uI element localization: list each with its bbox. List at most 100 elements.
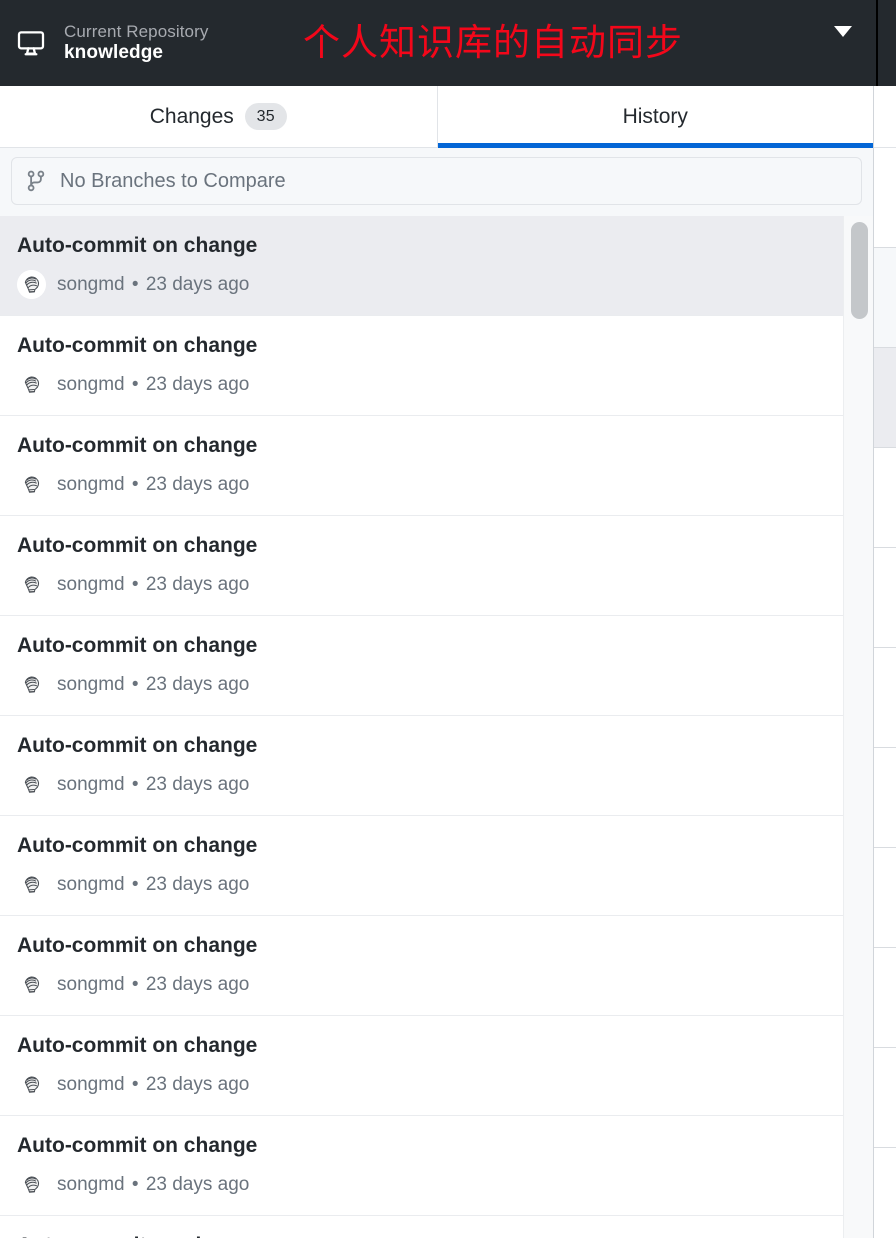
commit-timestamp: 23 days ago bbox=[145, 773, 250, 795]
commit-title: Auto-commit on change bbox=[17, 534, 258, 557]
tabbar: Changes 35 History bbox=[0, 86, 873, 148]
commit-timestamp: 23 days ago bbox=[145, 273, 250, 295]
commit-list-scrollbar[interactable] bbox=[843, 216, 873, 1238]
avatar bbox=[17, 970, 46, 1000]
git-branch-icon bbox=[25, 169, 47, 193]
avatar bbox=[17, 770, 46, 800]
adjacent-panel-row[interactable] bbox=[874, 948, 896, 1048]
commit-author: songmd bbox=[57, 373, 125, 395]
commit-byline: songmd • 23 days ago bbox=[57, 774, 249, 796]
adjacent-panel-row[interactable] bbox=[874, 848, 896, 948]
commit-title: Auto-commit on change bbox=[17, 834, 258, 857]
meta-separator: • bbox=[131, 773, 139, 795]
current-repository-label: Current Repository bbox=[64, 22, 209, 42]
commit-title: Auto-commit on change bbox=[17, 734, 258, 757]
commit-title: Auto-commit on change bbox=[17, 234, 258, 257]
commit-row[interactable]: Auto-commit on change songmd • 23 days ag… bbox=[0, 216, 873, 316]
commit-row[interactable]: Auto-commit on change songmd • 23 days ag… bbox=[0, 816, 873, 916]
commit-row[interactable]: Auto-commit on change songmd • 23 days ag… bbox=[0, 1016, 873, 1116]
current-repository-button[interactable]: Current Repository knowledge bbox=[14, 0, 226, 86]
commit-title: Auto-commit on change bbox=[17, 434, 258, 457]
meta-separator: • bbox=[131, 473, 139, 495]
commit-timestamp: 23 days ago bbox=[145, 373, 250, 395]
changes-count-badge: 35 bbox=[244, 103, 287, 130]
adjacent-panel-row[interactable] bbox=[874, 648, 896, 748]
tab-changes-label: Changes bbox=[149, 104, 234, 128]
commit-author: songmd bbox=[57, 773, 125, 795]
commit-row[interactable]: Auto-commit on change songmd • 23 days ag… bbox=[0, 716, 873, 816]
commit-byline: songmd • 23 days ago bbox=[57, 1074, 249, 1096]
commit-meta: songmd • 23 days ago bbox=[17, 370, 851, 400]
body-split: Changes 35 History No Branches to Compar… bbox=[0, 86, 896, 1238]
commit-timestamp: 23 days ago bbox=[145, 473, 250, 495]
github-desktop-window: Current Repository knowledge 个人知识库的自动同步 … bbox=[0, 0, 896, 1238]
avatar bbox=[17, 1170, 46, 1200]
adjacent-panel-row[interactable] bbox=[874, 1048, 896, 1148]
commit-byline: songmd • 23 days ago bbox=[57, 874, 249, 896]
meta-separator: • bbox=[131, 573, 139, 595]
tab-history-label: History bbox=[622, 104, 688, 128]
commit-row[interactable]: Auto-commit on changesongmd • 23 days ag… bbox=[0, 1216, 873, 1238]
commit-timestamp: 23 days ago bbox=[145, 873, 250, 895]
commit-row[interactable]: Auto-commit on change songmd • 23 days ag… bbox=[0, 916, 873, 1016]
commit-meta: songmd • 23 days ago bbox=[17, 570, 851, 600]
commit-row[interactable]: Auto-commit on change songmd • 23 days ag… bbox=[0, 516, 873, 616]
commit-meta: songmd • 23 days ago bbox=[17, 270, 851, 300]
commit-list-items: Auto-commit on change songmd • 23 days ag… bbox=[0, 216, 873, 1238]
commit-row[interactable]: Auto-commit on change songmd • 23 days ag… bbox=[0, 1116, 873, 1216]
avatar bbox=[17, 470, 46, 500]
commit-byline: songmd • 23 days ago bbox=[57, 474, 249, 496]
repository-text-block: Current Repository knowledge bbox=[64, 22, 208, 63]
tab-history[interactable]: History bbox=[436, 86, 873, 148]
commit-byline: songmd • 23 days ago bbox=[57, 274, 249, 296]
commit-timestamp: 23 days ago bbox=[145, 1173, 250, 1195]
meta-separator: • bbox=[131, 1173, 139, 1195]
commit-byline: songmd • 23 days ago bbox=[57, 574, 249, 596]
commit-row[interactable]: Auto-commit on changesongmd • 23 days ag… bbox=[0, 616, 873, 716]
commit-meta: songmd • 23 days ago bbox=[17, 1170, 851, 1200]
commit-author: songmd bbox=[57, 1073, 125, 1095]
avatar bbox=[17, 870, 46, 900]
adjacent-panel-row[interactable] bbox=[874, 348, 896, 448]
avatar bbox=[17, 370, 46, 400]
commit-title: Auto-commit on change bbox=[17, 1034, 258, 1057]
commit-meta: songmd • 23 days ago bbox=[17, 970, 851, 1000]
commit-meta: songmd • 23 days ago bbox=[17, 470, 851, 500]
adjacent-panel-row[interactable] bbox=[874, 748, 896, 848]
commit-title: Auto-commit on change bbox=[17, 1134, 258, 1157]
meta-separator: • bbox=[131, 273, 139, 295]
commit-meta: songmd • 23 days ago bbox=[17, 870, 851, 900]
commit-history-list: Auto-commit on change songmd • 23 days ag… bbox=[0, 216, 873, 1238]
red-annotation-text: 个人知识库的自动同步 bbox=[303, 21, 683, 64]
commit-meta: songmd • 23 days ago bbox=[17, 1070, 851, 1100]
commit-author: songmd bbox=[57, 473, 125, 495]
adjacent-panel-sliver bbox=[874, 86, 896, 1238]
meta-separator: • bbox=[131, 673, 139, 695]
scrollbar-thumb[interactable] bbox=[851, 222, 868, 319]
adjacent-panel-row[interactable] bbox=[874, 148, 896, 248]
toolbar: Current Repository knowledge 个人知识库的自动同步 bbox=[0, 0, 896, 86]
adjacent-panel-row[interactable] bbox=[874, 548, 896, 648]
avatar bbox=[17, 270, 46, 300]
commit-title: Auto-commit on change bbox=[17, 334, 258, 357]
commit-timestamp: 23 days ago bbox=[145, 673, 250, 695]
commit-row[interactable]: Auto-commit on change songmd • 23 days ag… bbox=[0, 316, 873, 416]
branch-compare-button[interactable]: No Branches to Compare bbox=[11, 157, 862, 205]
commit-timestamp: 23 days ago bbox=[145, 1073, 250, 1095]
adjacent-panel-header bbox=[874, 86, 896, 148]
commit-row[interactable]: Auto-commit on change songmd • 23 days ag… bbox=[0, 416, 873, 516]
tab-changes[interactable]: Changes 35 bbox=[0, 86, 437, 147]
commit-byline: songmd • 23 days ago bbox=[57, 374, 249, 396]
commit-meta: songmd • 23 days ago bbox=[17, 770, 851, 800]
adjacent-panel-row[interactable] bbox=[874, 248, 896, 348]
commit-byline: songmd • 23 days ago bbox=[57, 1174, 249, 1196]
commit-author: songmd bbox=[57, 673, 125, 695]
compare-label: No Branches to Compare bbox=[60, 169, 286, 192]
commit-title: Auto-commit on change bbox=[17, 934, 258, 957]
avatar bbox=[17, 670, 46, 700]
chevron-down-icon[interactable] bbox=[834, 26, 852, 37]
commit-title: Auto-commit on change bbox=[17, 1233, 851, 1238]
avatar bbox=[17, 1070, 46, 1100]
adjacent-panel-row[interactable] bbox=[874, 448, 896, 548]
commit-timestamp: 23 days ago bbox=[145, 973, 250, 995]
